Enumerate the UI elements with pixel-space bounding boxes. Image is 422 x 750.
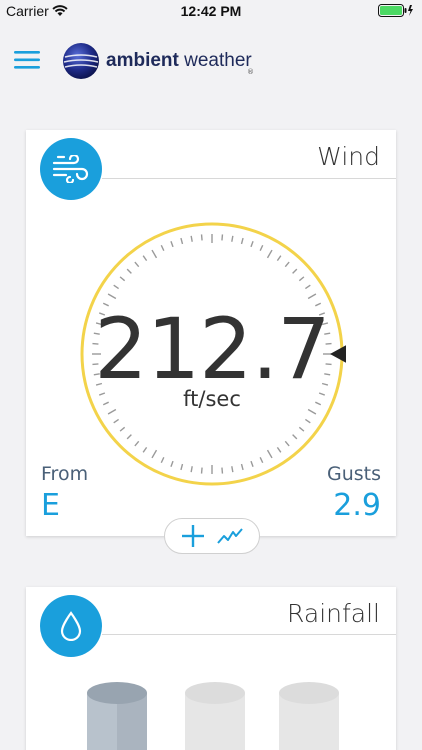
compass-tick <box>304 284 311 290</box>
chart-trend-icon[interactable] <box>217 527 243 545</box>
compass-tick <box>180 463 184 471</box>
from-label: From <box>41 463 89 485</box>
compass-tick <box>307 293 317 300</box>
compass-tick <box>134 440 140 447</box>
compass-tick <box>250 460 254 468</box>
compass-tick <box>276 255 282 262</box>
logo-text-bold: ambient <box>106 50 179 71</box>
compass-tick <box>160 457 165 464</box>
registered-mark: ® <box>247 68 254 76</box>
nav-bar: ambient weather ® <box>0 22 422 100</box>
status-bar: Carrier 12:42 PM <box>0 0 422 22</box>
compass-tick <box>142 446 148 453</box>
compass-tick <box>276 446 282 453</box>
compass-tick <box>119 276 126 282</box>
compass-tick <box>151 449 158 459</box>
compass-tick <box>292 268 298 274</box>
logo-text-light: weather <box>184 50 252 71</box>
compass-tick <box>142 255 148 262</box>
compass-tick <box>160 244 165 251</box>
card-divider <box>102 634 396 635</box>
compass-tick <box>298 426 305 432</box>
compass-tick <box>126 268 132 274</box>
gusts-value: 2.9 <box>333 488 381 523</box>
compass-tick <box>292 434 298 440</box>
compass-tick <box>266 449 273 459</box>
compass-tick <box>231 235 234 242</box>
compass-tick <box>190 466 193 473</box>
hamburger-menu-icon[interactable] <box>14 50 40 70</box>
rain-gauge-cylinder <box>279 682 339 750</box>
compass-tick <box>250 240 254 248</box>
compass-tick <box>259 457 264 464</box>
compass-tick <box>284 261 290 268</box>
compass-tick <box>126 434 132 440</box>
battery-icon <box>378 4 414 20</box>
raindrop-icon <box>40 595 102 657</box>
compass-tick <box>180 237 184 245</box>
compass-tick <box>231 466 234 473</box>
compass-tick <box>221 234 224 241</box>
wind-icon <box>40 138 102 200</box>
compass-tick <box>298 276 305 282</box>
compass-tick <box>240 237 244 245</box>
compass-tick <box>284 440 290 447</box>
clock: 12:42 PM <box>180 3 242 19</box>
card-divider <box>102 178 396 179</box>
compass-tick <box>200 234 203 241</box>
rainfall-card[interactable]: Rainfall <box>26 587 396 750</box>
add-icon[interactable] <box>181 524 205 548</box>
wind-speed-unit: ft/sec <box>183 387 241 411</box>
compass-tick <box>259 244 264 251</box>
compass-tick <box>221 467 224 474</box>
compass-tick <box>113 284 120 290</box>
gusts-label: Gusts <box>326 463 381 485</box>
wind-card[interactable]: Wind 212.7 ft/sec From E Gusts 2.9 <box>26 130 396 554</box>
compass-tick <box>107 293 117 300</box>
compass-tick <box>304 418 311 424</box>
globe-logo-icon <box>63 43 99 79</box>
rain-gauge-cylinder <box>185 682 245 750</box>
compass-tick <box>266 249 273 259</box>
compass-tick <box>113 418 120 424</box>
card-actions-pill <box>164 518 260 554</box>
rain-gauge-cylinder <box>87 682 147 750</box>
compass-tick <box>134 261 140 268</box>
wind-card-title: Wind <box>317 142 380 171</box>
compass-tick <box>190 235 193 242</box>
from-value: E <box>41 488 60 523</box>
compass-tick <box>170 460 174 468</box>
rainfall-card-title: Rainfall <box>287 599 380 628</box>
wind-speed-value: 212.7 <box>94 300 330 398</box>
ambient-weather-logo: ambient weather ® <box>62 40 254 82</box>
compass-tick <box>200 467 203 474</box>
compass-tick <box>240 463 244 471</box>
compass-tick <box>170 240 174 248</box>
compass-tick <box>119 426 126 432</box>
compass-tick <box>151 249 158 259</box>
